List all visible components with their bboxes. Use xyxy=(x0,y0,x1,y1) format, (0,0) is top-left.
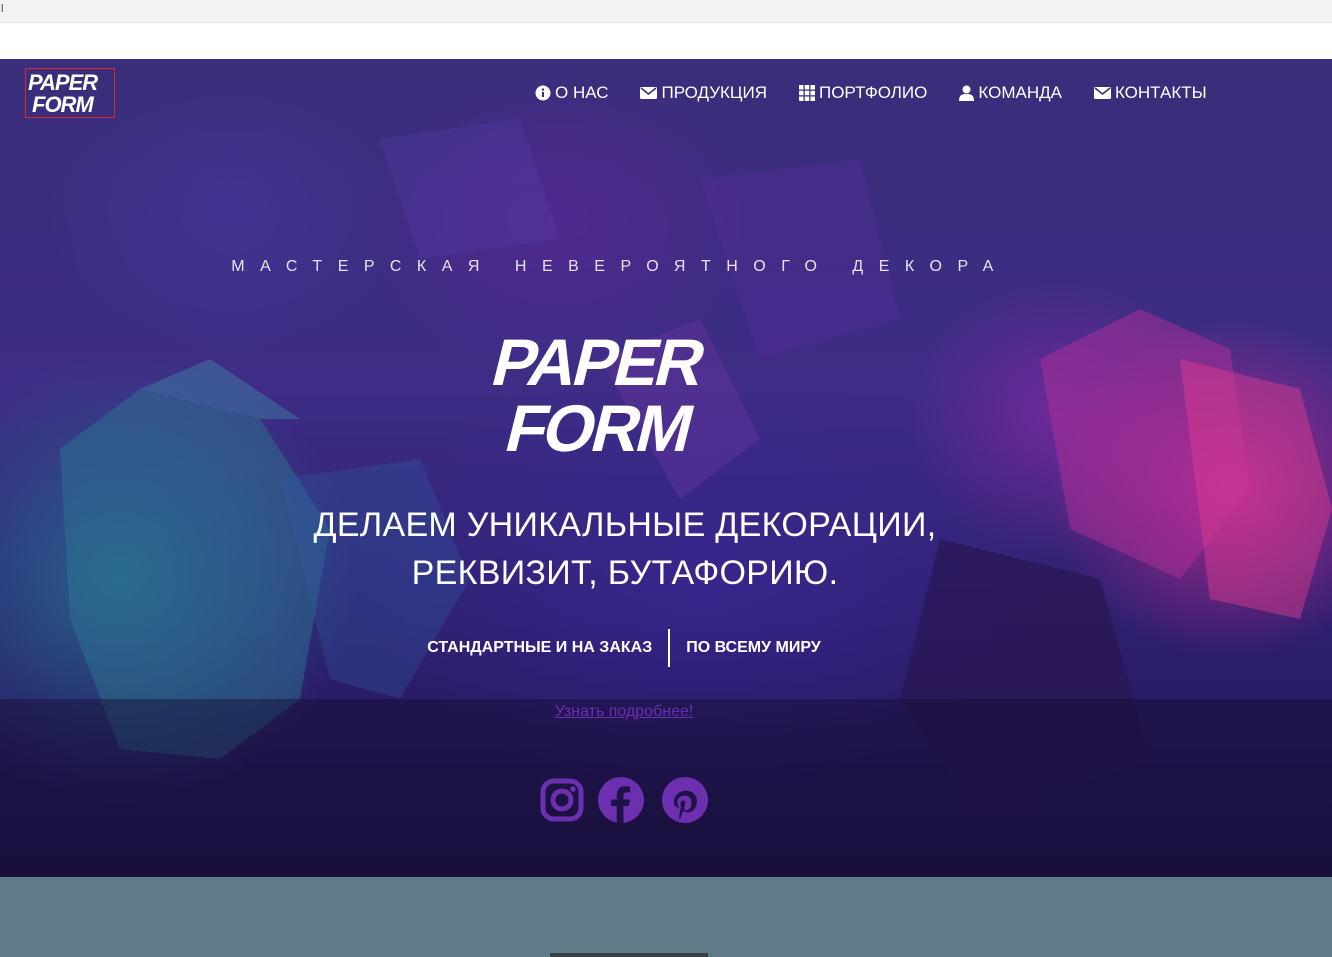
svg-text:PAPER: PAPER xyxy=(485,327,713,400)
hero-tagline: МАСТЕРСКАЯ НЕВЕРОЯТНОГО ДЕКОРА xyxy=(231,258,1009,275)
social-links xyxy=(538,776,718,826)
grid-icon xyxy=(798,85,815,101)
hero-background-art xyxy=(0,119,1332,877)
hero-features: СТАНДАРТНЫЕ И НА ЗАКАЗ ПО ВСЕМУ МИРУ xyxy=(0,629,1248,667)
pinterest-icon[interactable] xyxy=(661,776,709,824)
nav-item-about[interactable]: О НАС xyxy=(535,83,608,103)
nav-label-about: О НАС xyxy=(555,83,609,102)
headline-line-1: ДЕЛАЕМ УНИКАЛЬНЫЕ ДЕКОРАЦИИ, xyxy=(313,506,937,544)
feature-worldwide: ПО ВСЕМУ МИРУ xyxy=(686,639,821,656)
nav-label-portfolio: ПОРТФОЛИО xyxy=(818,83,928,102)
main-menu: О НАС ПРОДУКЦИЯ ПОРТФОЛИО КОМАНДА КОНТАК… xyxy=(535,83,1239,103)
site-logo[interactable]: PAPER FORM xyxy=(25,68,115,118)
hero-section: PAPER FORM О НАС ПРОДУКЦИЯ ПОРТФОЛИО КОМ… xyxy=(0,59,1332,877)
nav-label-contacts: КОНТАКТЫ xyxy=(1114,83,1207,102)
feature-standard-custom: СТАНДАРТНЫЕ И НА ЗАКАЗ xyxy=(427,639,653,656)
logo-mark: PAPER FORM xyxy=(28,70,99,117)
learn-more-link[interactable]: Узнать подробнее! xyxy=(0,703,1248,721)
nav-label-products: ПРОДУКЦИЯ xyxy=(661,83,767,102)
nav-item-portfolio[interactable]: ПОРТФОЛИО xyxy=(798,83,928,103)
hero-logo: PAPER FORM xyxy=(473,326,778,466)
svg-text:FORM: FORM xyxy=(32,92,94,117)
browser-top-bar: l xyxy=(0,0,1332,23)
next-section xyxy=(0,877,1332,957)
nav-item-team[interactable]: КОМАНДА xyxy=(959,83,1062,103)
headline-line-2: РЕКВИЗИТ, БУТАФОРИЮ. xyxy=(411,554,839,592)
browser-address-strip xyxy=(0,23,1332,59)
instagram-icon[interactable] xyxy=(538,776,586,824)
envelope-icon xyxy=(640,87,658,99)
nav-label-team: КОМАНДА xyxy=(978,83,1062,102)
user-icon xyxy=(959,85,975,101)
hero-headline: ДЕЛАЕМ УНИКАЛЬНЫЕ ДЕКОРАЦИИ, РЕКВИЗИТ, Б… xyxy=(250,501,1000,597)
facebook-icon[interactable] xyxy=(597,776,645,824)
navbar: PAPER FORM О НАС ПРОДУКЦИЯ ПОРТФОЛИО КОМ… xyxy=(0,59,1332,129)
nav-item-contacts[interactable]: КОНТАКТЫ xyxy=(1093,83,1207,103)
hero-logo-mark: PAPER FORM xyxy=(485,326,713,466)
browser-top-mark: l xyxy=(1,3,4,15)
info-circle-icon xyxy=(535,85,551,101)
section-tab-indicator xyxy=(550,953,708,957)
envelope-icon xyxy=(1093,87,1111,99)
svg-text:FORM: FORM xyxy=(498,392,699,462)
nav-item-products[interactable]: ПРОДУКЦИЯ xyxy=(640,83,767,103)
